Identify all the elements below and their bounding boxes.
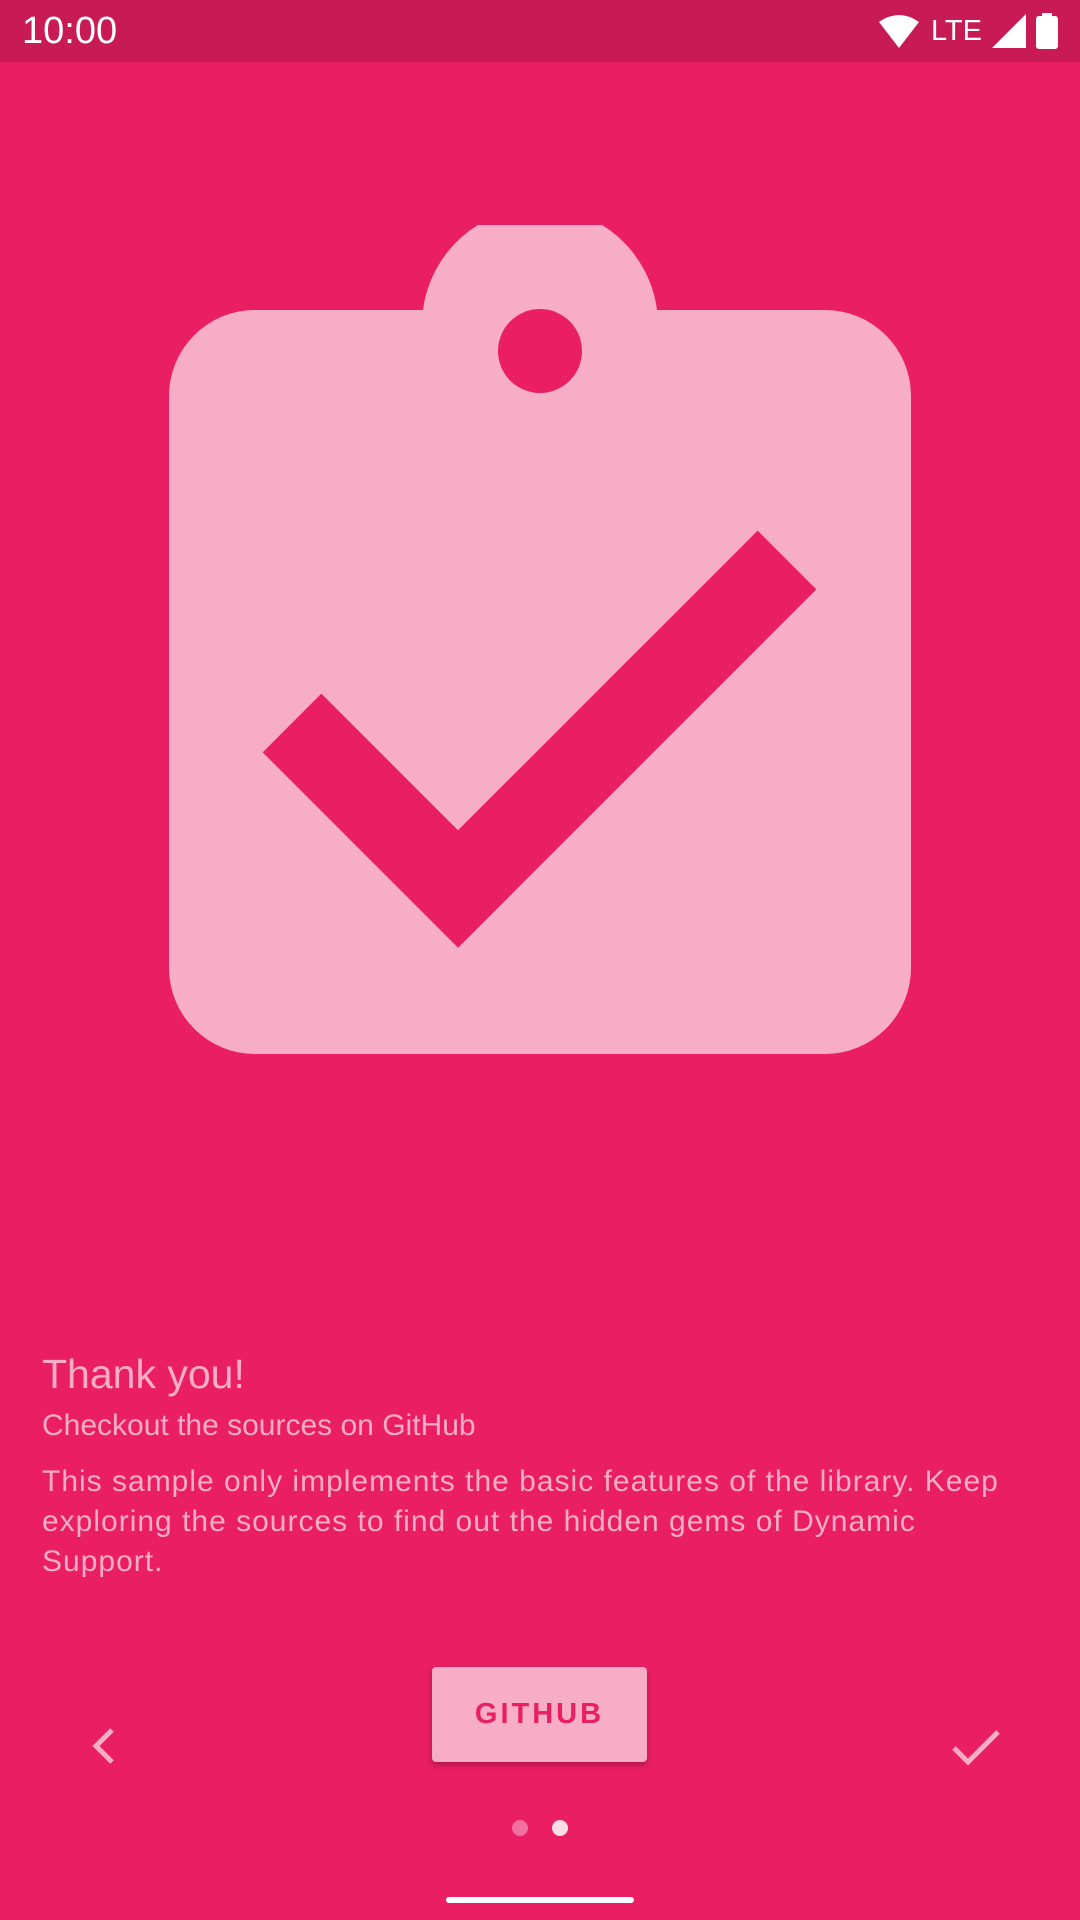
status-time: 10:00 <box>22 10 118 52</box>
wifi-icon <box>878 15 919 48</box>
check-icon[interactable] <box>948 1718 1004 1774</box>
page-subtitle: Checkout the sources on GitHub <box>42 1409 476 1442</box>
network-type: LTE <box>930 15 982 47</box>
page-title: Thank you! <box>42 1351 245 1397</box>
github-button[interactable]: GITHUB <box>432 1667 647 1762</box>
battery-icon <box>1036 13 1058 49</box>
intro-text: Thank you! Checkout the sources on GitHu… <box>42 1348 1042 1582</box>
page-description: This sample only implements the basic fe… <box>42 1465 999 1578</box>
home-indicator[interactable] <box>446 1897 634 1903</box>
cell-signal-icon <box>992 14 1026 48</box>
page-indicator-dot[interactable] <box>512 1820 528 1836</box>
chevron-left-icon[interactable] <box>80 1720 132 1772</box>
clipboard-check-icon <box>169 225 911 1054</box>
page-indicator-dot-active[interactable] <box>552 1820 568 1836</box>
status-icons: LTE <box>878 10 1058 52</box>
status-bar: 10:00 LTE <box>0 0 1080 62</box>
